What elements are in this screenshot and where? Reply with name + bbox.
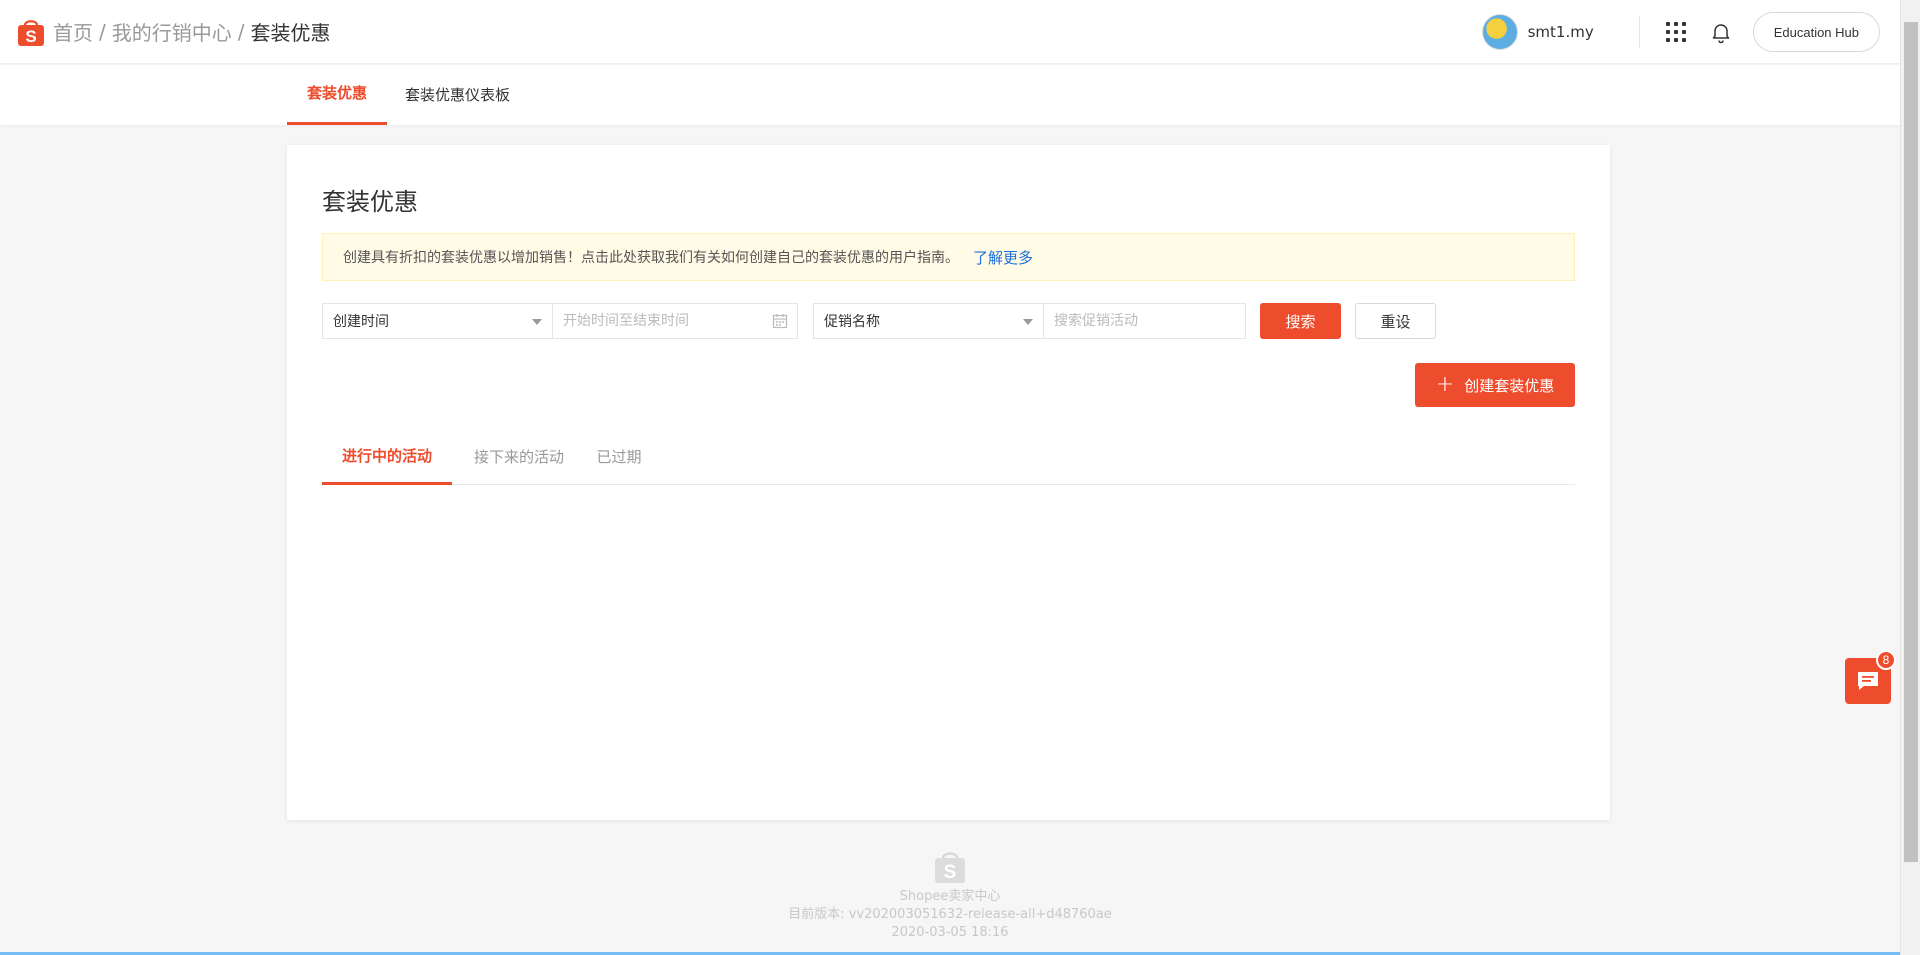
plus-icon: + (1435, 372, 1455, 397)
avatar[interactable] (1481, 14, 1518, 50)
header-actions: smt1.my Education Hub (1481, 0, 1880, 64)
tab-upcoming[interactable]: 接下来的活动 (464, 430, 574, 485)
footer: S Shopee卖家中心 目前版本: vv202003051632-releas… (0, 848, 1900, 942)
chat-button[interactable]: 8 (1845, 650, 1896, 704)
create-bundle-deal-button[interactable]: + 创建套装优惠 (1415, 363, 1575, 407)
shopee-footer-logo-icon: S (933, 848, 967, 884)
sub-navigation: 套装优惠 套装优惠仪表板 (0, 65, 1900, 125)
grid-icon[interactable] (1665, 21, 1687, 43)
tab-bundle-deals[interactable]: 套装优惠 (287, 65, 387, 125)
top-header: S 首页 / 我的行销中心 / 套装优惠 smt1.my Education H… (0, 0, 1900, 64)
breadcrumb-separator: / (237, 19, 245, 44)
breadcrumb-current: 套装优惠 (250, 21, 331, 45)
footer-title: Shopee卖家中心 (899, 889, 1001, 904)
time-type-select[interactable]: 创建时间 (322, 303, 553, 339)
notice-text: 创建具有折扣的套装优惠以增加销售！点击此处获取我们有关如何创建自己的套装优惠的用… (343, 250, 959, 266)
promotion-field-value: 促销名称 (824, 314, 880, 330)
create-button-label: 创建套装优惠 (1464, 376, 1555, 395)
info-notice: 创建具有折扣的套装优惠以增加销售！点击此处获取我们有关如何创建自己的套装优惠的用… (322, 233, 1575, 281)
scrollbar-thumb[interactable] (1904, 22, 1918, 862)
education-hub-button[interactable]: Education Hub (1752, 12, 1880, 52)
vertical-scrollbar[interactable] (1900, 0, 1920, 955)
reset-button[interactable]: 重设 (1355, 303, 1436, 339)
chat-unread-badge: 8 (1876, 650, 1896, 670)
date-range-input[interactable] (552, 303, 798, 339)
filter-row: 创建时间 促销名称 搜索 重设 (322, 303, 1575, 339)
svg-text:S: S (944, 862, 957, 883)
calendar-icon[interactable] (772, 313, 788, 329)
breadcrumb-home-link[interactable]: 首页 (53, 17, 93, 46)
tab-ongoing[interactable]: 进行中的活动 (322, 430, 452, 485)
chevron-down-icon (532, 319, 542, 325)
footer-version: 目前版本: vv202003051632-release-all+d48760a… (788, 907, 1112, 922)
search-button[interactable]: 搜索 (1260, 303, 1341, 339)
tab-bundle-deals-dashboard[interactable]: 套装优惠仪表板 (405, 65, 510, 125)
page-title: 套装优惠 (322, 188, 418, 216)
main-card: 套装优惠 创建具有折扣的套装优惠以增加销售！点击此处获取我们有关如何创建自己的套… (287, 145, 1610, 820)
breadcrumb-marketing-link[interactable]: 我的行销中心 (112, 17, 232, 46)
svg-text:S: S (25, 27, 36, 46)
breadcrumb-separator: / (99, 19, 106, 44)
bell-icon[interactable] (1709, 20, 1733, 44)
footer-date: 2020-03-05 18:16 (891, 925, 1009, 940)
chat-icon (1858, 672, 1878, 690)
username[interactable]: smt1.my (1528, 23, 1594, 41)
learn-more-link[interactable]: 了解更多 (973, 247, 1033, 268)
breadcrumb: 首页 / 我的行销中心 / 套装优惠 (53, 17, 331, 46)
tab-expired[interactable]: 已过期 (584, 430, 654, 485)
promotion-field-select[interactable]: 促销名称 (813, 303, 1044, 339)
header-divider (1638, 16, 1640, 48)
status-tabs: 进行中的活动 接下来的活动 已过期 (322, 430, 1575, 485)
chevron-down-icon (1023, 319, 1033, 325)
search-input[interactable] (1043, 303, 1246, 339)
time-type-value: 创建时间 (333, 314, 389, 330)
shopee-logo-icon[interactable]: S (17, 17, 45, 47)
